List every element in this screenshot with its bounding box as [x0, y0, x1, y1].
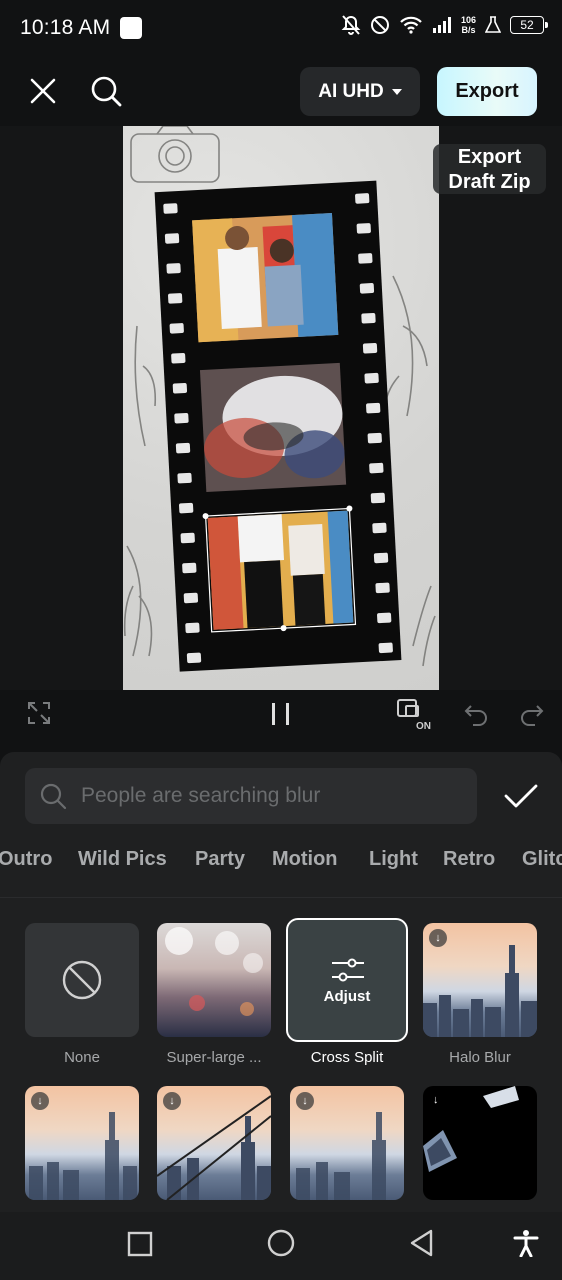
compare-toggle[interactable]: ON	[396, 696, 432, 732]
city-thumbnail	[296, 1112, 386, 1200]
battery-level: 52	[520, 18, 534, 32]
effect-tile[interactable]: ↓	[157, 1086, 271, 1200]
pause-button[interactable]	[266, 699, 296, 729]
close-button[interactable]	[26, 74, 60, 108]
redo-button[interactable]	[518, 700, 546, 728]
resolution-dropdown[interactable]: AI UHD	[300, 67, 420, 116]
effect-tile-super-large[interactable]	[157, 923, 271, 1037]
pause-icon	[272, 703, 289, 725]
net-speed-unit: B/s	[461, 25, 476, 35]
svg-text:ON: ON	[416, 721, 431, 732]
system-nav-bar	[0, 1212, 562, 1280]
city-thumbnail	[29, 1112, 137, 1200]
effect-label: Super-large ...	[166, 1049, 262, 1066]
status-time: 10:18 AM	[20, 16, 111, 39]
back-button[interactable]	[408, 1228, 436, 1258]
mute-notification-icon	[341, 15, 361, 35]
effect-tile[interactable]: ↓	[423, 1086, 537, 1200]
back-icon	[410, 1229, 433, 1257]
notification-icon	[120, 17, 143, 39]
city-thumbnail	[423, 945, 537, 1037]
effect-tile-halo-blur[interactable]: ↓	[423, 923, 537, 1037]
tab-wild-pics[interactable]: Wild Pics	[78, 848, 167, 871]
undo-icon	[464, 705, 487, 726]
compare-on-icon: ON	[397, 699, 431, 732]
redo-icon	[521, 705, 544, 726]
effect-label: Halo Blur	[449, 1049, 511, 1066]
net-speed-value: 106	[460, 15, 476, 25]
chevron-down-icon	[391, 88, 402, 95]
tab-glitch[interactable]: Glitc	[522, 848, 562, 871]
export-button[interactable]: Export	[437, 67, 537, 116]
battery-icon: 52	[510, 16, 548, 34]
adjust-label: Adjust	[323, 988, 371, 1005]
adjust-icon	[332, 958, 364, 982]
playback-controls: ON	[0, 690, 562, 740]
effect-label: Cross Split	[310, 1049, 384, 1066]
do-not-disturb-icon	[370, 16, 389, 34]
search-icon	[40, 783, 67, 810]
confirm-button[interactable]	[503, 782, 539, 810]
fullscreen-button[interactable]	[26, 700, 52, 726]
status-bar: 10:18 AM 106 B/s 52	[0, 0, 562, 56]
export-draft-zip-button[interactable]: Export Draft Zip	[433, 144, 546, 194]
search-placeholder: People are searching blur	[81, 784, 321, 807]
signal-icon	[432, 17, 451, 33]
wifi-icon	[400, 16, 422, 34]
home-icon	[267, 1229, 295, 1257]
preview-canvas[interactable]	[123, 126, 439, 690]
effect-tile-cross-split[interactable]: Adjust	[286, 918, 408, 1042]
home-button[interactable]	[266, 1228, 296, 1258]
effect-tile-none[interactable]	[25, 923, 139, 1037]
category-tabs: Outro Wild Pics Party Motion Light Retro…	[0, 848, 562, 878]
status-icons: 106 B/s 52	[341, 14, 548, 36]
city-thumbnail	[157, 1095, 271, 1200]
lab-flask-icon	[485, 16, 501, 33]
effect-tile[interactable]: ↓	[290, 1086, 404, 1200]
video-preview[interactable]: Export Draft Zip	[0, 126, 562, 690]
bokeh-thumbnail	[165, 927, 263, 1016]
tab-light[interactable]: Light	[369, 848, 418, 871]
effect-search-input[interactable]: People are searching blur	[25, 768, 477, 824]
fullscreen-icon	[28, 702, 50, 724]
recent-apps-button[interactable]	[126, 1230, 154, 1258]
recent-apps-icon	[127, 1231, 153, 1257]
tab-party[interactable]: Party	[195, 848, 245, 871]
editor-toolbar: AI UHD Export	[0, 56, 562, 126]
rotated-city-thumbnail	[423, 1086, 519, 1172]
effect-tile[interactable]: ↓	[25, 1086, 139, 1200]
check-icon	[504, 784, 538, 808]
search-button[interactable]	[88, 73, 124, 109]
divider	[0, 897, 562, 898]
film-strip-image	[123, 126, 436, 672]
net-speed: 106 B/s	[461, 15, 476, 35]
tab-retro[interactable]: Retro	[443, 848, 495, 871]
effects-panel: People are searching blur Outro Wild Pic…	[0, 752, 562, 1212]
tab-outro[interactable]: Outro	[0, 848, 52, 871]
undo-button[interactable]	[462, 700, 490, 728]
search-icon	[91, 76, 122, 107]
none-icon	[62, 960, 102, 1000]
tab-motion[interactable]: Motion	[272, 848, 338, 871]
close-icon	[30, 78, 56, 104]
accessibility-button[interactable]	[512, 1228, 540, 1258]
accessibility-icon	[513, 1230, 539, 1257]
effect-label: None	[64, 1049, 100, 1066]
resolution-label: AI UHD	[318, 80, 384, 102]
